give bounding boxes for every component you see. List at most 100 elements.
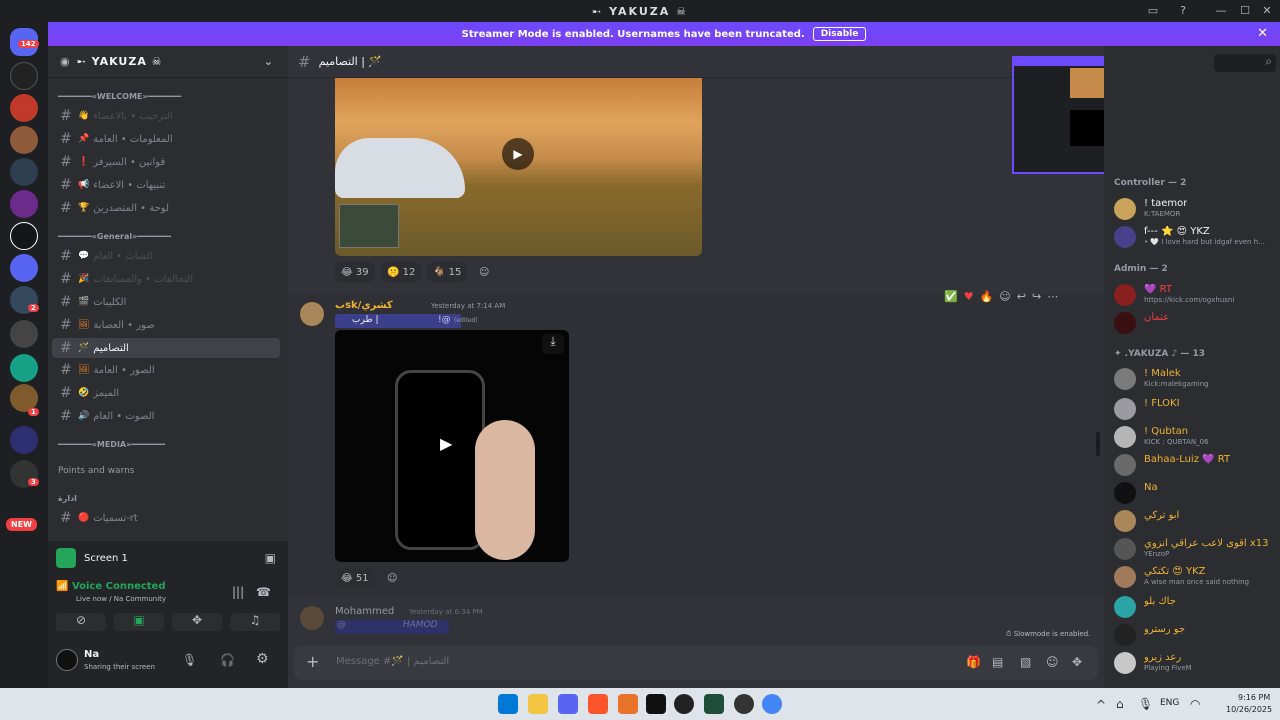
app-icon[interactable] [646, 694, 666, 714]
user-avatar[interactable] [56, 649, 78, 671]
server-icon[interactable] [10, 158, 38, 186]
clock-date[interactable]: 10/26/2025 [1226, 705, 1272, 714]
emoji-icon[interactable]: ☺ [1046, 655, 1059, 669]
category-points[interactable]: Points and warns [58, 466, 135, 476]
add-attachment-icon[interactable]: + [306, 652, 319, 671]
close-button[interactable]: ✕ [1258, 3, 1276, 19]
member-item[interactable]: عثمان [1114, 310, 1274, 336]
reaction[interactable]: 🐐 15 [427, 262, 468, 282]
clock-time[interactable]: 9:16 PM [1238, 693, 1270, 702]
stop-stream-icon[interactable]: ▣ [265, 551, 276, 565]
screen-icon[interactable]: ▭ [1144, 3, 1162, 19]
noise-icon[interactable]: ||| [232, 585, 244, 599]
channel-item[interactable]: # 🔊 الصوت • العام [52, 406, 280, 426]
author-name[interactable]: Mohammed [335, 606, 394, 617]
gift-icon[interactable]: 🎁 [966, 655, 981, 669]
server-icon[interactable] [10, 62, 38, 90]
channel-item[interactable]: # 🤣 الميمز [52, 383, 280, 403]
disconnect-icon[interactable]: ☎ [256, 585, 271, 599]
server-icon[interactable] [10, 190, 38, 218]
screen-share-row[interactable]: Screen 1 ▣ [56, 545, 280, 571]
member-item[interactable]: ! FLOKI [1114, 396, 1274, 422]
video-attachment-phone[interactable]: ⤓ ▶ [335, 330, 569, 562]
file-explorer-icon[interactable] [528, 694, 548, 714]
reply-icon[interactable]: ↩ [1017, 290, 1026, 308]
channel-item[interactable]: # 📢 تنبيهات • الاعضاء [52, 175, 280, 195]
channel-item[interactable]: # ❗ قوانين • السيرفر [52, 152, 280, 172]
member-item[interactable]: جاك بلو [1114, 594, 1274, 620]
member-item[interactable]: ! Qubtan KICK : QUBTAN_06 [1114, 424, 1274, 450]
mention[interactable]: @ HAMOD [335, 620, 449, 634]
channel-item[interactable]: # 🖼 الصور • العامة [52, 360, 280, 380]
reaction[interactable]: 😂 39 [335, 262, 375, 282]
server-icon[interactable] [10, 222, 38, 250]
message-composer[interactable]: + Message #🪄 | التصاميم 🎁 ▤ ▧ ☺ ✥ [294, 646, 1098, 680]
reaction[interactable]: 🤫 12 [381, 262, 422, 282]
member-item[interactable]: جو رسترو [1114, 622, 1274, 648]
channel-item[interactable]: # 🪄 التصاميم [52, 338, 280, 358]
video-attachment[interactable]: ▶ [335, 78, 702, 256]
author-avatar[interactable] [300, 606, 324, 630]
member-item[interactable]: 💜 RT https://kick.com/ogxhusni [1114, 282, 1274, 308]
screen-share-button[interactable]: ▣ [114, 613, 164, 631]
mention[interactable]: !@ [438, 315, 451, 325]
terminal-icon[interactable] [704, 694, 724, 714]
chrome-icon[interactable] [762, 694, 782, 714]
discord-icon[interactable] [558, 694, 578, 714]
settings-gear-icon[interactable]: ⚙ [256, 651, 269, 667]
server-icon[interactable] [10, 126, 38, 154]
channel-item[interactable]: # 🎉 التحالفات • والمسابقات [52, 269, 280, 289]
server-icon[interactable] [10, 94, 38, 122]
author-avatar[interactable] [300, 302, 324, 326]
fire-reaction-icon[interactable]: 🔥 [980, 290, 994, 308]
play-icon[interactable]: ▶ [502, 138, 534, 170]
server-icon[interactable] [10, 320, 38, 348]
play-icon[interactable]: ▶ [440, 434, 452, 453]
server-icon[interactable] [10, 354, 38, 382]
member-item[interactable]: اقوى لاعب عراقي انزوي x13 YEnzoP [1114, 536, 1274, 562]
heart-reaction-icon[interactable]: ♥ [964, 290, 974, 308]
author-name[interactable]: بsk/كشري [335, 300, 393, 311]
mic-icon[interactable]: 🎙 [182, 653, 197, 667]
channel-item[interactable]: # 🔴 تسميات-rt [52, 508, 280, 528]
category-welcome[interactable]: ━━━━━━━«WELCOME»━━━━━━━ [58, 92, 181, 101]
headphones-icon[interactable]: 🎧 [220, 653, 235, 667]
member-item[interactable]: تكتكي 😍 YKZ A wise man once said nothing [1114, 564, 1274, 590]
channel-item[interactable]: # 💬 الشات • العام [52, 246, 280, 266]
message-input[interactable]: Message #🪄 | التصاميم [336, 656, 449, 667]
brave-icon[interactable] [588, 694, 608, 714]
reaction[interactable]: 😂 51 [335, 568, 375, 588]
search-icon[interactable]: ⌕ [1214, 54, 1276, 72]
check-reaction-icon[interactable]: ✅ [944, 290, 958, 308]
sticker-icon[interactable]: ▧ [1020, 655, 1031, 669]
disable-streamer-button[interactable]: Disable [812, 27, 867, 41]
server-icon[interactable] [10, 254, 38, 282]
add-reaction-icon[interactable]: ☺ [381, 568, 403, 588]
more-icon[interactable]: ⋯ [1047, 290, 1058, 308]
member-item[interactable]: ابو تركي [1114, 508, 1274, 534]
server-header[interactable]: ◉ ➸ YAKUZA ☠ ⌄ [48, 46, 288, 78]
start-icon[interactable] [498, 694, 518, 714]
category-idara[interactable]: ادارة [58, 494, 77, 503]
add-reaction-icon[interactable]: ☺ [473, 262, 495, 282]
camera-off-button[interactable]: ⊘ [56, 613, 106, 631]
channel-item[interactable]: # 🖼 صور • العصابة [52, 315, 280, 335]
member-item[interactable]: ! Malek Kick:malekgaming [1114, 366, 1274, 392]
soundboard-button[interactable]: ♫ [230, 613, 280, 631]
member-item[interactable]: f--- ⭐ 😍 YKZ • 🤍 I love hard but idgaf ev… [1114, 224, 1274, 250]
category-media[interactable]: ━━━━━━━«MEDIA»━━━━━━━ [58, 440, 165, 449]
channel-item[interactable]: # 📌 المعلومات • العامة [52, 129, 280, 149]
network-icon[interactable]: ⌂ [1116, 697, 1124, 711]
channel-item[interactable]: # 🎬 الكليبات [52, 292, 280, 312]
category-general[interactable]: ━━━━━━━«General»━━━━━━━ [58, 232, 171, 241]
add-reaction-icon[interactable]: ☺ [999, 290, 1010, 308]
activities-button[interactable]: ✥ [172, 613, 222, 631]
mic-tray-icon[interactable]: 🎙 [1138, 697, 1153, 711]
wifi-icon[interactable]: ◠ [1190, 697, 1200, 711]
member-item[interactable]: Na [1114, 480, 1274, 506]
app-icon[interactable] [674, 694, 694, 714]
channel-item[interactable]: # 👋 الترحيب • بالاعضاء [52, 106, 280, 126]
member-item[interactable]: Bahaa-Luiz 💜 RT [1114, 452, 1274, 478]
tray-chevron-icon[interactable]: ^ [1096, 698, 1106, 712]
minimize-button[interactable]: — [1212, 3, 1230, 19]
